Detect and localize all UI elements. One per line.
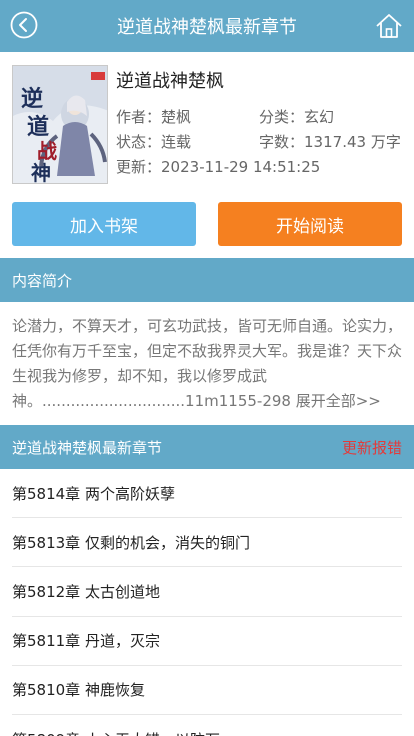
category-value: 玄幻 (304, 108, 335, 126)
chapter-item[interactable]: 第5810章 神鹿恢复 (12, 666, 402, 715)
add-to-shelf-button[interactable]: 加入书架 (12, 202, 196, 246)
latest-chapters-heading: 逆道战神楚枫最新章节 (12, 438, 163, 457)
book-title: 逆道战神楚枫 (116, 71, 224, 92)
report-error-link[interactable]: 更新报错 (342, 437, 402, 458)
updated-value: 2023-11-29 14:51:25 (161, 158, 321, 176)
book-cover-image[interactable]: 逆 道 战 神 (12, 65, 108, 184)
expand-all-link[interactable]: 展开全部>> (291, 392, 381, 410)
updated-label: 更新： (116, 158, 162, 176)
word-count-row: 字数：1317.43 万字 (259, 131, 401, 152)
back-arrow-icon[interactable] (10, 11, 38, 39)
word-count-label: 字数： (259, 133, 305, 151)
author-label: 作者： (116, 108, 162, 126)
chapter-item[interactable]: 第5809章 小心无大错，以防万一 (12, 715, 402, 736)
book-info: 逆 道 战 神 逆道战神楚枫 作者：楚枫 分类：玄幻 状态：连载 字数：1317… (0, 52, 414, 192)
intro-heading: 内容简介 (12, 271, 73, 290)
page-title: 逆道战神楚枫最新章节 (117, 17, 297, 38)
book-description: 论潜力，不算天才，可玄功武技，皆可无师自通。论实力，任凭你有万千至宝，但定不敌我… (12, 314, 404, 414)
status-row: 状态：连载 (116, 131, 191, 152)
svg-text:道: 道 (27, 114, 49, 140)
word-count-value: 1317.43 万字 (304, 133, 401, 151)
chapter-item[interactable]: 第5814章 两个高阶妖孽 (12, 469, 402, 519)
author-value[interactable]: 楚枫 (161, 108, 191, 126)
status-value: 连载 (161, 133, 192, 151)
chapter-item[interactable]: 第5813章 仅剩的机会，消失的铜门 (12, 518, 402, 568)
latest-chapters-header: 逆道战神楚枫最新章节 更新报错 (0, 425, 414, 469)
category-row: 分类：玄幻 (259, 106, 334, 127)
updated-row: 更新：2023-11-29 14:51:25 (116, 156, 320, 177)
svg-text:神: 神 (31, 161, 51, 184)
top-bar: 逆道战神楚枫最新章节 (0, 0, 414, 52)
home-icon[interactable] (374, 11, 404, 41)
start-reading-button[interactable]: 开始阅读 (218, 202, 402, 246)
status-label: 状态： (116, 133, 162, 151)
svg-text:逆: 逆 (21, 86, 43, 112)
chapter-item[interactable]: 第5811章 丹道，灭宗 (12, 617, 402, 666)
author-row: 作者：楚枫 (116, 106, 191, 127)
svg-text:战: 战 (37, 139, 57, 163)
intro-section-header: 内容简介 (0, 258, 414, 302)
category-label: 分类： (259, 108, 305, 126)
chapter-item[interactable]: 第5812章 太古创道地 (12, 567, 402, 617)
chapter-list: 第5814章 两个高阶妖孽 第5813章 仅剩的机会，消失的铜门 第5812章 … (0, 469, 414, 736)
